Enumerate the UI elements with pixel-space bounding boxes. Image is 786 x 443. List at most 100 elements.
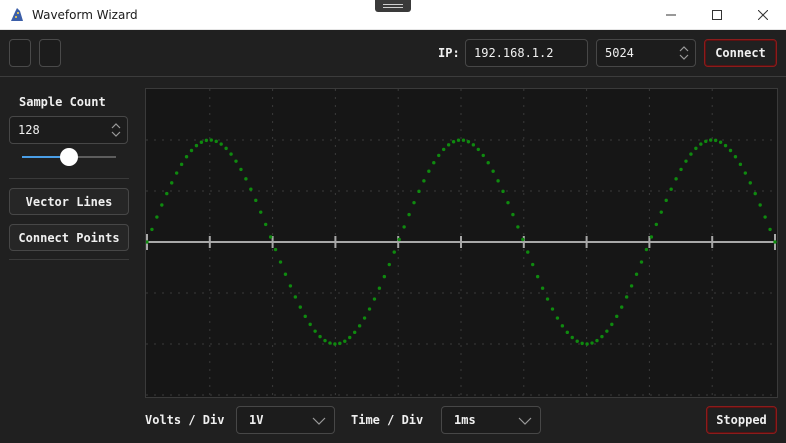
sample-point xyxy=(471,143,476,147)
run-stop-button[interactable]: Stopped xyxy=(706,406,777,434)
sample-count-value: 128 xyxy=(18,123,40,137)
sample-point xyxy=(624,295,629,299)
sample-point xyxy=(357,324,362,328)
ip-label: IP: xyxy=(438,46,460,60)
sample-point xyxy=(669,187,673,191)
sample-point xyxy=(328,341,332,345)
sample-count-stepper[interactable]: 128 xyxy=(9,116,128,144)
sample-point xyxy=(629,284,634,288)
sample-point xyxy=(165,191,169,196)
sample-point xyxy=(189,148,194,153)
window-title: Waveform Wizard xyxy=(32,8,138,22)
sample-point xyxy=(550,307,555,311)
sample-count-slider[interactable] xyxy=(22,147,116,167)
sample-point xyxy=(308,322,312,327)
sample-point xyxy=(239,167,243,172)
sample-point xyxy=(293,295,298,299)
title-bar: Waveform Wizard xyxy=(0,0,786,30)
connect-points-button[interactable]: Connect Points xyxy=(9,224,129,251)
sample-point xyxy=(575,339,579,343)
sample-point xyxy=(466,140,471,144)
sample-point xyxy=(194,143,199,148)
sample-point xyxy=(540,286,545,290)
sample-point xyxy=(204,138,209,143)
sample-point xyxy=(506,200,510,205)
sample-point xyxy=(545,297,550,301)
sample-point xyxy=(501,189,505,194)
sample-point xyxy=(704,139,708,144)
sample-point xyxy=(323,338,327,343)
sample-point xyxy=(179,162,184,167)
sample-point xyxy=(441,147,446,152)
sample-point xyxy=(600,334,604,339)
sample-point xyxy=(288,284,293,288)
sample-point xyxy=(689,152,693,156)
sample-point xyxy=(723,143,728,148)
port-stepper[interactable]: 5024 xyxy=(596,39,696,67)
sample-point xyxy=(615,314,619,319)
sample-point xyxy=(491,169,495,173)
spin-arrows-icon[interactable] xyxy=(679,45,689,61)
sample-point xyxy=(699,142,703,146)
maximize-button[interactable] xyxy=(694,0,740,30)
sample-point xyxy=(763,215,767,219)
sample-point xyxy=(417,189,421,194)
sample-point xyxy=(620,305,624,309)
sample-point xyxy=(753,191,757,196)
sample-point xyxy=(496,179,500,183)
sample-point xyxy=(145,240,149,244)
port-value: 5024 xyxy=(605,46,634,60)
sample-point xyxy=(728,148,733,153)
sample-point xyxy=(333,342,337,346)
sample-point xyxy=(214,139,218,144)
sample-point xyxy=(560,324,565,328)
sample-point xyxy=(461,138,466,142)
sample-point xyxy=(382,274,387,279)
slider-thumb[interactable] xyxy=(60,148,78,166)
sample-point xyxy=(713,138,718,143)
sample-point xyxy=(511,212,515,217)
sample-point xyxy=(432,161,436,165)
drag-handle[interactable] xyxy=(375,0,411,12)
sample-point xyxy=(160,203,164,207)
maximize-icon xyxy=(712,10,722,20)
close-button[interactable] xyxy=(740,0,786,30)
volts-div-select[interactable]: 1V xyxy=(236,406,335,434)
minimize-button[interactable] xyxy=(648,0,694,30)
sample-point xyxy=(768,227,772,232)
time-div-select[interactable]: 1ms xyxy=(441,406,541,434)
sample-point xyxy=(639,260,644,264)
sample-point xyxy=(531,262,535,267)
sample-point xyxy=(352,330,357,335)
sample-point xyxy=(476,147,481,152)
sample-point xyxy=(674,177,678,181)
ip-input[interactable]: 192.168.1.2 xyxy=(465,39,588,67)
sample-point xyxy=(422,179,426,183)
sample-point xyxy=(644,247,649,252)
sample-point xyxy=(224,146,228,151)
sample-point xyxy=(397,237,401,242)
connect-button[interactable]: Connect xyxy=(704,39,777,67)
sample-point xyxy=(590,341,594,345)
sample-point xyxy=(412,200,416,205)
chevron-down-icon xyxy=(518,417,532,425)
chevron-down-icon xyxy=(312,417,326,425)
spin-arrows-icon[interactable] xyxy=(111,122,121,138)
sample-point xyxy=(580,341,584,346)
sample-point xyxy=(244,177,248,181)
sample-point xyxy=(694,146,698,151)
sample-point xyxy=(278,260,283,264)
sample-point xyxy=(263,222,268,227)
vector-lines-button[interactable]: Vector Lines xyxy=(9,188,129,215)
sample-count-label: Sample Count xyxy=(19,95,106,109)
toolbar-button-2[interactable] xyxy=(39,39,61,67)
sample-point xyxy=(634,272,639,276)
sample-point xyxy=(362,316,367,320)
sample-point xyxy=(318,334,322,339)
sample-point xyxy=(456,138,461,142)
divider xyxy=(9,178,129,179)
sample-point xyxy=(738,162,743,167)
toolbar-button-1[interactable] xyxy=(9,39,31,67)
sample-point xyxy=(427,169,431,173)
sample-point xyxy=(595,338,599,343)
